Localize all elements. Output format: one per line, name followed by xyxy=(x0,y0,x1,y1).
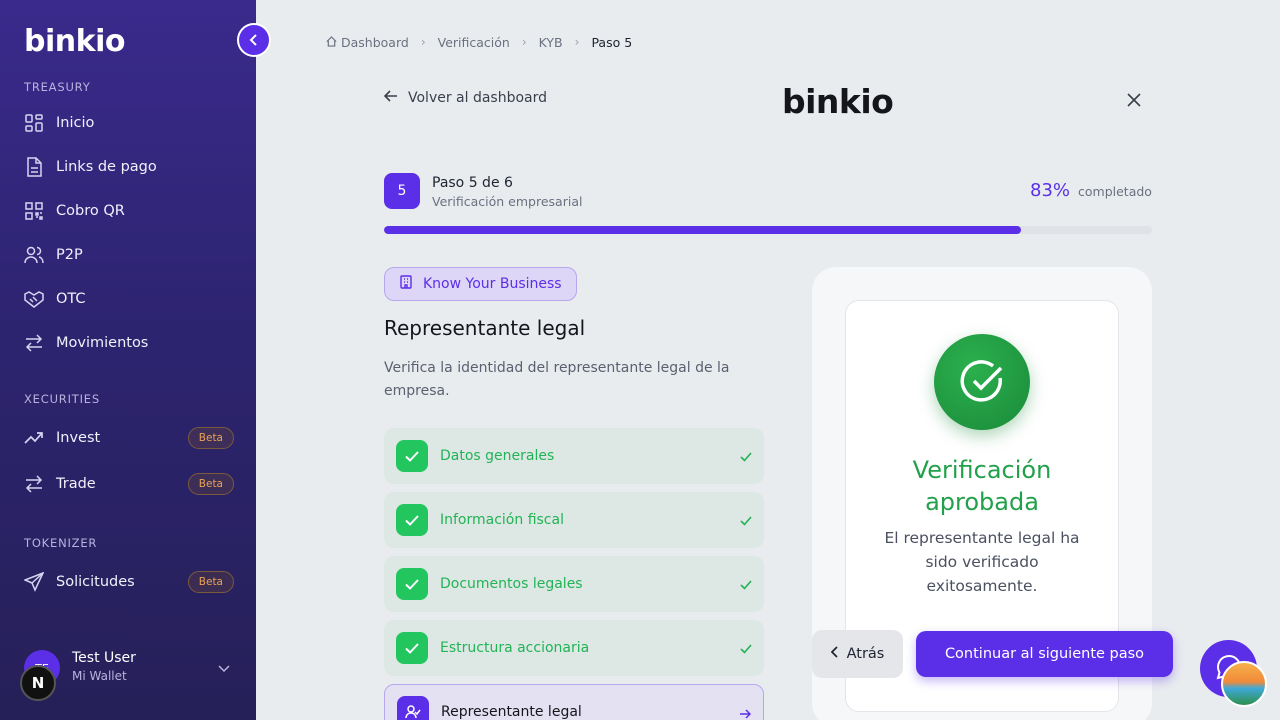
grid-icon xyxy=(24,113,44,133)
continue-button[interactable]: Continuar al siguiente paso xyxy=(916,631,1173,677)
step-item-label: Documentos legales xyxy=(440,576,583,592)
trending-up-icon xyxy=(24,428,44,448)
sidebar-item-p2p[interactable]: P2P xyxy=(24,240,234,270)
step-subtitle: Verificación empresarial xyxy=(432,194,583,209)
check-icon xyxy=(740,511,752,530)
step-item-label: Estructura accionaria xyxy=(440,640,590,656)
section-title: Representante legal xyxy=(384,316,586,340)
back-button[interactable]: Atrás xyxy=(812,630,903,678)
chevron-right-icon: › xyxy=(521,35,527,49)
beta-badge: Beta xyxy=(187,427,234,449)
step-number-badge: 5 xyxy=(384,173,420,209)
back-label: Volver al dashboard xyxy=(408,90,548,106)
breadcrumb-item-current: Paso 5 xyxy=(591,34,633,50)
sidebar-item-movimientos[interactable]: Movimientos xyxy=(24,328,234,358)
user-name: Test User xyxy=(72,650,136,666)
step-item-label: Información fiscal xyxy=(440,512,564,528)
sidebar-item-label: Inicio xyxy=(56,115,95,131)
sidebar-item-links-de-pago[interactable]: Links de pago xyxy=(24,152,234,182)
close-icon[interactable] xyxy=(1124,90,1144,110)
step-item-representante-legal[interactable]: Representante legal xyxy=(384,684,764,720)
sidebar-item-otc[interactable]: OTC xyxy=(24,284,234,314)
building-icon xyxy=(399,275,413,293)
verification-title: Verificación aprobada xyxy=(912,456,1052,516)
breadcrumb-item-kyb[interactable]: KYB xyxy=(539,35,563,50)
sidebar-item-trade[interactable]: Trade Beta xyxy=(24,469,234,499)
swap-icon xyxy=(24,474,44,494)
step-item-datos-generales[interactable]: Datos generales xyxy=(384,428,764,484)
arrows-icon xyxy=(24,333,44,353)
section-label-xecurities: XECURITIES xyxy=(24,392,100,406)
send-icon xyxy=(24,572,44,592)
kyb-badge: Know Your Business xyxy=(384,267,577,301)
step-item-label: Datos generales xyxy=(440,448,555,464)
check-icon xyxy=(740,447,752,466)
check-icon xyxy=(396,440,428,472)
sidebar-item-cobro-qr[interactable]: Cobro QR xyxy=(24,196,234,226)
step-title: Paso 5 de 6 xyxy=(432,175,513,191)
chevron-right-icon: › xyxy=(420,35,426,49)
chevron-left-icon xyxy=(830,646,839,662)
breadcrumb-item-verificacion[interactable]: Verificación xyxy=(438,35,510,50)
document-icon xyxy=(24,157,44,177)
check-icon xyxy=(396,568,428,600)
sidebar-item-label: Invest xyxy=(56,430,101,446)
verification-description: El representante legal ha sido verificad… xyxy=(884,529,1080,595)
progress-percent: 83% xyxy=(1030,180,1071,201)
check-icon xyxy=(740,575,752,594)
arrow-left-icon xyxy=(383,90,398,106)
header-logo: binkio xyxy=(782,82,894,121)
assistant-avatar[interactable] xyxy=(1221,661,1267,707)
collapse-sidebar-button[interactable] xyxy=(237,23,271,57)
chevron-left-icon xyxy=(249,31,259,50)
section-description: Verifica la identidad del representante … xyxy=(384,360,730,399)
step-item-documentos-legales[interactable]: Documentos legales xyxy=(384,556,764,612)
sidebar-item-label: Links de pago xyxy=(56,159,157,175)
section-label-treasury: TREASURY xyxy=(24,80,91,94)
user-check-icon xyxy=(397,696,429,720)
progress-bar-fill xyxy=(384,226,1022,234)
breadcrumb: Dashboard › Verificación › KYB › Paso 5 xyxy=(326,33,632,51)
step-item-informacion-fiscal[interactable]: Información fiscal xyxy=(384,492,764,548)
users-icon xyxy=(24,245,44,265)
breadcrumb-label: Dashboard xyxy=(341,34,409,50)
back-to-dashboard-link[interactable]: Volver al dashboard xyxy=(383,90,548,106)
sidebar-item-label: Solicitudes xyxy=(56,574,135,590)
back-button-label: Atrás xyxy=(846,646,885,662)
kyb-badge-label: Know Your Business xyxy=(423,276,562,292)
sidebar: binkio TREASURY Inicio Links de pago Cob… xyxy=(0,0,256,720)
check-icon xyxy=(396,632,428,664)
sidebar-item-inicio[interactable]: Inicio xyxy=(24,108,234,138)
sidebar-item-invest[interactable]: Invest Beta xyxy=(24,423,234,453)
next-devtools-badge[interactable]: N xyxy=(20,665,56,701)
sidebar-item-label: OTC xyxy=(56,291,86,307)
check-icon xyxy=(396,504,428,536)
breadcrumb-item-dashboard[interactable]: Dashboard xyxy=(326,35,409,50)
arrow-right-icon xyxy=(739,704,752,720)
sidebar-item-label: P2P xyxy=(56,247,83,263)
chevron-right-icon: › xyxy=(574,35,580,49)
success-check-icon xyxy=(934,334,1030,430)
home-icon xyxy=(326,35,337,50)
sidebar-item-label: Movimientos xyxy=(56,335,149,351)
sidebar-item-solicitudes[interactable]: Solicitudes Beta xyxy=(24,567,234,597)
step-item-estructura-accionaria[interactable]: Estructura accionaria xyxy=(384,620,764,676)
check-icon xyxy=(740,639,752,658)
step-item-label: Representante legal xyxy=(441,704,582,720)
section-label-tokenizer: TOKENIZER xyxy=(24,536,98,550)
beta-badge: Beta xyxy=(187,571,234,593)
handshake-icon xyxy=(24,289,44,309)
chevron-down-icon xyxy=(218,658,230,677)
beta-badge: Beta xyxy=(187,473,234,495)
sidebar-item-label: Cobro QR xyxy=(56,203,125,219)
sidebar-logo[interactable]: binkio xyxy=(24,24,125,59)
progress-bar xyxy=(384,226,1152,234)
progress-completed-label: completado xyxy=(1078,184,1152,199)
user-subtitle: Mi Wallet xyxy=(72,669,127,683)
sidebar-item-label: Trade xyxy=(56,476,96,492)
qr-icon xyxy=(24,201,44,221)
